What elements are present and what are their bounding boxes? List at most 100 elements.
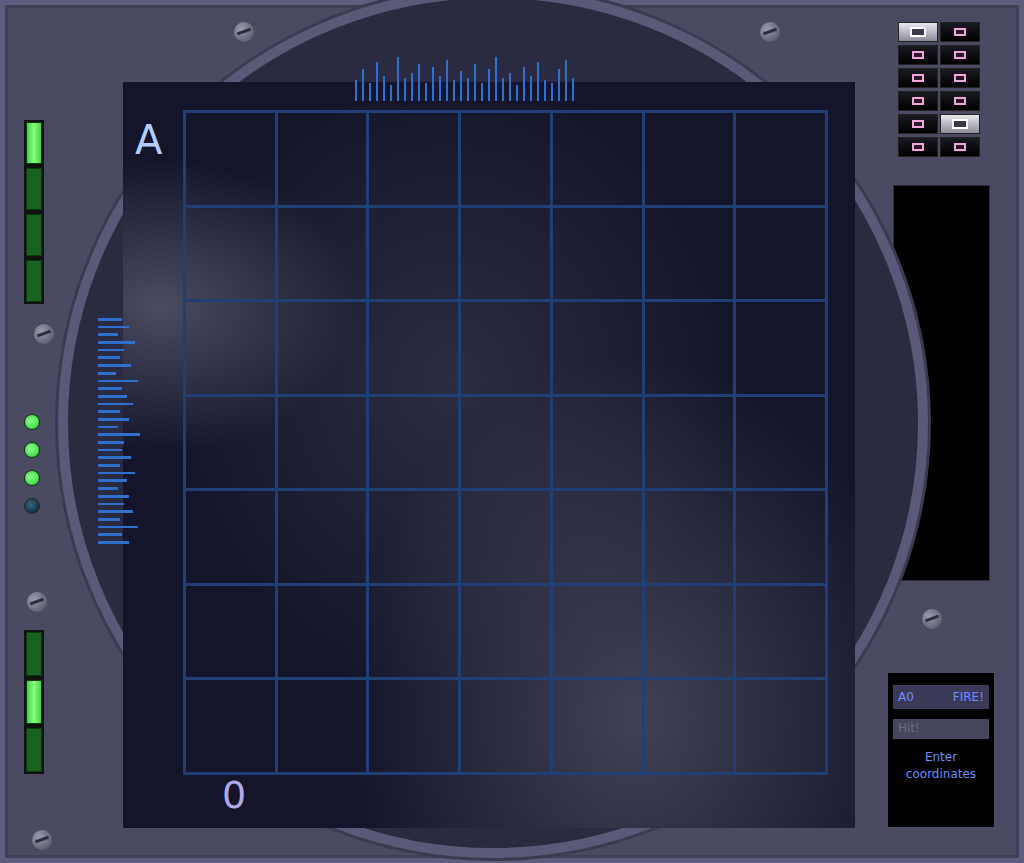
row-label: A bbox=[123, 110, 183, 162]
grid-cell[interactable] bbox=[186, 586, 278, 681]
spectrum-bar bbox=[98, 510, 133, 513]
grid-cell[interactable] bbox=[461, 491, 553, 586]
spectrum-bar bbox=[98, 456, 131, 459]
grid-cell[interactable] bbox=[736, 113, 828, 208]
ship-icon bbox=[952, 119, 968, 129]
grid-cell[interactable] bbox=[553, 397, 645, 492]
grid-cell[interactable] bbox=[186, 302, 278, 397]
grid-cell[interactable] bbox=[645, 208, 737, 303]
grid-cell[interactable] bbox=[461, 208, 553, 303]
grid-cell[interactable] bbox=[186, 208, 278, 303]
grid-cell[interactable] bbox=[278, 586, 370, 681]
ship-icon bbox=[912, 120, 924, 128]
grid-cell[interactable] bbox=[278, 397, 370, 492]
ship-button[interactable] bbox=[898, 114, 938, 134]
ship-button[interactable] bbox=[940, 22, 980, 42]
grid-cell[interactable] bbox=[369, 586, 461, 681]
grid-cell[interactable] bbox=[278, 302, 370, 397]
target-grid[interactable] bbox=[183, 110, 828, 775]
grid-cell[interactable] bbox=[645, 397, 737, 492]
grid-cell[interactable] bbox=[278, 491, 370, 586]
spectrum-bar bbox=[98, 472, 135, 475]
grid-cell[interactable] bbox=[645, 113, 737, 208]
grid-cell[interactable] bbox=[736, 680, 828, 775]
grid-cell[interactable] bbox=[369, 491, 461, 586]
grid-cell[interactable] bbox=[736, 302, 828, 397]
grid-cell[interactable] bbox=[553, 491, 645, 586]
radar-area: A0 bbox=[90, 0, 868, 863]
grid-cell[interactable] bbox=[553, 680, 645, 775]
grid-cell[interactable] bbox=[461, 680, 553, 775]
grid-cell[interactable] bbox=[278, 680, 370, 775]
spectrum-bar bbox=[98, 464, 120, 467]
grid-cell[interactable] bbox=[461, 302, 553, 397]
meter-segment bbox=[26, 632, 42, 676]
grid-cell[interactable] bbox=[553, 302, 645, 397]
fire-button[interactable]: FIRE! bbox=[953, 690, 984, 704]
ship-button[interactable] bbox=[940, 45, 980, 65]
spectrum-bar bbox=[98, 333, 118, 336]
ship-button[interactable] bbox=[898, 137, 938, 157]
ship-button[interactable] bbox=[940, 137, 980, 157]
spectrum-bar bbox=[488, 69, 490, 101]
spectrum-bar bbox=[523, 67, 525, 102]
grid-cell[interactable] bbox=[736, 397, 828, 492]
ship-button[interactable] bbox=[898, 68, 938, 88]
ship-icon bbox=[954, 28, 966, 36]
grid-cell[interactable] bbox=[553, 586, 645, 681]
grid-cell[interactable] bbox=[461, 586, 553, 681]
spectrum-bar bbox=[558, 69, 560, 101]
grid-cell[interactable] bbox=[369, 397, 461, 492]
grid-cell[interactable] bbox=[186, 397, 278, 492]
ship-icon bbox=[954, 51, 966, 59]
ship-button[interactable] bbox=[940, 114, 980, 134]
coordinate-field[interactable]: A0 FIRE! bbox=[893, 685, 989, 709]
spectrum-bar bbox=[467, 78, 469, 101]
ship-button[interactable] bbox=[898, 22, 938, 42]
spectrum-bar bbox=[362, 69, 364, 101]
coordinate-value[interactable]: A0 bbox=[898, 690, 914, 704]
grid-cell[interactable] bbox=[553, 113, 645, 208]
spectrum-bar bbox=[411, 73, 413, 101]
spectrum-bar bbox=[98, 318, 122, 321]
grid-cell[interactable] bbox=[186, 491, 278, 586]
spectrum-bar bbox=[98, 403, 133, 406]
grid-cell[interactable] bbox=[278, 113, 370, 208]
meter-segment bbox=[26, 214, 42, 256]
grid-cell[interactable] bbox=[369, 113, 461, 208]
grid-cell[interactable] bbox=[645, 491, 737, 586]
meter-segment bbox=[26, 122, 42, 164]
ship-button[interactable] bbox=[898, 91, 938, 111]
meter-segment bbox=[26, 728, 42, 772]
grid-cell[interactable] bbox=[186, 680, 278, 775]
grid-cell[interactable] bbox=[645, 680, 737, 775]
grid-cell[interactable] bbox=[645, 302, 737, 397]
spectrum-bar bbox=[98, 364, 131, 367]
top-screws bbox=[90, 0, 868, 72]
grid-cell[interactable] bbox=[278, 208, 370, 303]
grid-cell[interactable] bbox=[736, 586, 828, 681]
spectrum-bar bbox=[551, 83, 553, 101]
grid-cell[interactable] bbox=[369, 208, 461, 303]
ship-button[interactable] bbox=[940, 68, 980, 88]
grid-cell[interactable] bbox=[736, 491, 828, 586]
grid-cell[interactable] bbox=[736, 208, 828, 303]
spectrum-bar bbox=[98, 372, 116, 375]
ship-button[interactable] bbox=[898, 45, 938, 65]
spectrum-bar bbox=[502, 78, 504, 101]
spectrum-bar bbox=[98, 418, 129, 421]
ship-button[interactable] bbox=[940, 91, 980, 111]
grid-cell[interactable] bbox=[461, 397, 553, 492]
ship-icon bbox=[954, 74, 966, 82]
grid-cell[interactable] bbox=[186, 113, 278, 208]
spectrum-bar bbox=[565, 60, 567, 101]
grid-cell[interactable] bbox=[369, 302, 461, 397]
spectrum-bar bbox=[446, 60, 448, 101]
spectrum-bar bbox=[509, 73, 511, 101]
grid-cell[interactable] bbox=[553, 208, 645, 303]
grid-cell[interactable] bbox=[645, 586, 737, 681]
grid-cell[interactable] bbox=[461, 113, 553, 208]
grid-cell[interactable] bbox=[369, 680, 461, 775]
spectrum-bar bbox=[439, 76, 441, 101]
spectrum-bar bbox=[98, 341, 135, 344]
